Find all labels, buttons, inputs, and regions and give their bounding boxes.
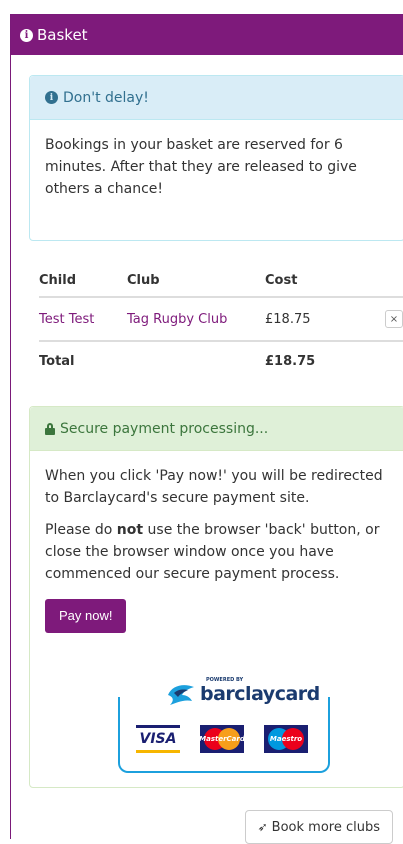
col-cost: Cost [265,273,298,288]
col-club: Club [127,273,160,288]
basket-heading: i Basket [11,15,403,55]
info-icon: i [20,28,33,42]
basket-panel: i Basket i Don't delay! Bookings in your… [10,14,403,844]
mastercard-logo: MasterCard [199,725,245,753]
rocket-icon: ➶ [257,820,268,834]
remove-item-button[interactable]: × [385,310,403,328]
table-row: Test Test Tag Rugby Club £18.75 × [39,296,403,341]
dont-delay-alert: i Don't delay! Bookings in your basket a… [29,75,403,241]
col-remove [363,273,403,297]
lock-icon [45,422,55,435]
redirect-text: When you click 'Pay now!' you will be re… [45,468,383,506]
total-value: £18.75 [265,340,363,381]
table-header-row: Child Club Cost [39,273,403,297]
basket-title: Basket [37,26,88,44]
pay-now-button[interactable]: Pay now! [45,599,127,633]
barclaycard-eagle-icon [168,685,194,705]
basket-table: Child Club Cost Test Test Tag Rugby Club… [39,273,403,381]
barclaycard-logo: POWERED BY barclaycard [166,673,320,713]
child-link[interactable]: Test Test [39,312,94,327]
barclaycard-badge: POWERED BY barclaycard VISA MasterCard M… [118,673,330,773]
secure-payment-body: When you click 'Pay now!' you will be re… [30,451,403,647]
warning-text: Please do not use the browser 'back' but… [45,522,380,582]
visa-logo: VISA [136,725,180,753]
dont-delay-heading: i Don't delay! [30,76,403,120]
col-child: Child [39,273,77,288]
total-row: Total £18.75 [39,340,403,381]
cost-cell: £18.75 [265,296,363,341]
club-link[interactable]: Tag Rugby Club [127,312,227,327]
secure-payment-alert: Secure payment processing... When you cl… [29,406,403,788]
book-more-label: Book more clubs [271,819,380,835]
secure-payment-title: Secure payment processing... [60,420,269,437]
barclaycard-name: barclaycard [200,683,320,705]
info-icon: i [45,91,58,104]
secure-payment-heading: Secure payment processing... [30,407,403,451]
dont-delay-body: Bookings in your basket are reserved for… [45,137,357,197]
maestro-logo: Maestro [264,725,308,753]
dont-delay-title: Don't delay! [63,89,149,106]
total-label: Total [39,340,127,381]
